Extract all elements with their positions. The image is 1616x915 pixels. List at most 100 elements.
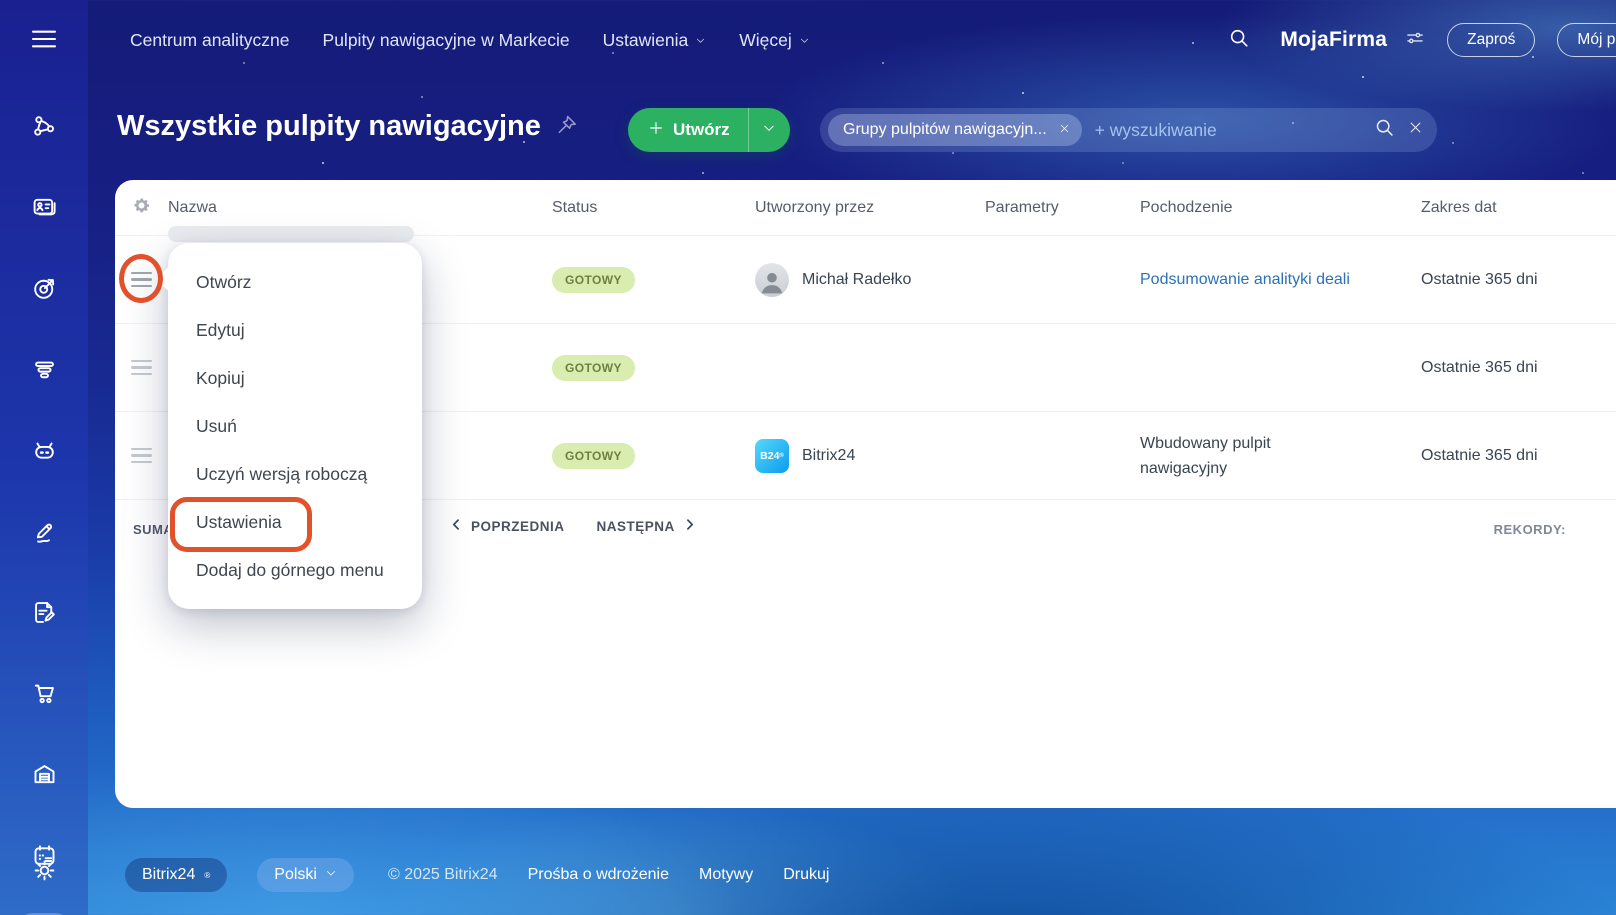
redacted-dashboard-name [168, 226, 414, 242]
search-input[interactable] [1094, 119, 1374, 141]
target-arrow-icon [31, 275, 58, 307]
sidebar-item-crm[interactable] [18, 184, 70, 236]
top-navigation: Centrum analityczne Pulpity nawigacyjne … [88, 0, 1616, 80]
filter-clear-icon[interactable] [1408, 120, 1423, 140]
chip-close-icon[interactable] [1059, 121, 1070, 139]
cell-date-range: Ostatnie 365 dni [1421, 359, 1538, 376]
nav-label: Ustawienia [602, 29, 689, 50]
menu-item-make-draft[interactable]: Uczyń wersją roboczą [168, 450, 422, 498]
column-header-utworzony[interactable]: Utworzony przez [755, 199, 985, 217]
bitrix24-app-icon: B24 ® [755, 438, 789, 473]
menu-item-edit[interactable]: Edytuj [168, 306, 422, 354]
document-edit-icon [31, 599, 58, 631]
user-avatar [755, 262, 789, 297]
sliders-icon[interactable] [1405, 28, 1425, 53]
nav-item-analytics-hub[interactable]: Centrum analityczne [130, 30, 290, 51]
cell-creator[interactable]: B24 ® Bitrix24 [755, 438, 985, 473]
nav-item-settings[interactable]: Ustawienia [603, 30, 707, 51]
cell-status: GOTOWY [552, 266, 755, 293]
pagination-prev-label: POPRZEDNIA [471, 518, 565, 534]
filter-chip-label: Grupy pulpitów nawigacyjn... [843, 121, 1047, 138]
main-menu-icon[interactable] [29, 28, 59, 55]
creator-name: Michał Radełko [802, 270, 912, 288]
menu-item-settings[interactable]: Ustawienia [168, 498, 422, 546]
cell-origin: Podsumowanie analityki deali [1140, 267, 1421, 292]
language-label: Polski [274, 866, 317, 883]
create-button-group: Utwórz [628, 108, 790, 152]
create-button[interactable]: Utwórz [628, 108, 748, 152]
sidebar-item-sales-funnel[interactable] [18, 346, 70, 398]
sidebar-item-documents[interactable] [18, 589, 70, 641]
filter-search-bar[interactable]: Grupy pulpitów nawigacyjn... [820, 108, 1437, 152]
footer-link-themes[interactable]: Motywy [699, 866, 753, 884]
status-badge: GOTOWY [552, 354, 635, 381]
create-button-label: Utwórz [673, 120, 730, 139]
column-header-zakres[interactable]: Zakres dat [1421, 199, 1616, 217]
nav-label: Więcej [739, 29, 792, 50]
b24-tile-text: B24 [760, 449, 780, 462]
menu-item-copy[interactable]: Kopiuj [168, 354, 422, 402]
search-icon[interactable] [1228, 27, 1250, 54]
pagination-next[interactable]: NASTĘPNA [597, 518, 696, 534]
sidebar-item-settings[interactable] [0, 857, 88, 889]
nav-item-more[interactable]: Więcej [739, 30, 810, 51]
portal-name[interactable]: MojaFirma [1280, 28, 1387, 52]
menu-item-add-to-top-menu[interactable]: Dodaj do górnego menu [168, 546, 422, 594]
chevron-right-icon [683, 518, 696, 534]
table-settings-gear-icon[interactable] [132, 196, 151, 220]
pagination-previous[interactable]: POPRZEDNIA [450, 518, 565, 534]
language-selector[interactable]: Polski [257, 858, 354, 892]
gear-icon [31, 857, 58, 889]
sidebar-item-store[interactable] [18, 670, 70, 722]
create-dropdown-button[interactable] [747, 108, 790, 152]
sidebar-item-marketing[interactable] [18, 265, 70, 317]
pagination: POPRZEDNIA NASTĘPNA [450, 518, 696, 534]
column-header-pochodzenie[interactable]: Pochodzenie [1140, 199, 1421, 217]
my-plan-button[interactable]: Mój plan [1557, 23, 1616, 57]
chevron-left-icon [450, 518, 463, 534]
row-menu-handle-icon[interactable] [131, 447, 152, 464]
invite-button[interactable]: Zaproś [1447, 23, 1536, 57]
menu-item-delete[interactable]: Usuń [168, 402, 422, 450]
pagination-next-label: NASTĘPNA [596, 518, 675, 534]
sidebar-item-ai[interactable] [18, 427, 70, 479]
cell-date-range: Ostatnie 365 dni [1421, 447, 1538, 464]
chevron-down-icon [799, 30, 810, 51]
row-menu-handle-icon[interactable] [131, 359, 152, 376]
page-title-text: Wszystkie pulpity nawigacyjne [117, 110, 541, 142]
creator-name: Bitrix24 [802, 446, 856, 464]
footer-brand-button[interactable]: Bitrix24 ® [125, 858, 228, 892]
nav-item-market-dashboards[interactable]: Pulpity nawigacyjne w Markecie [323, 30, 570, 51]
esignature-pen-icon [31, 518, 58, 550]
funnel-icon [31, 356, 58, 388]
sidebar-item-warehouse[interactable] [18, 751, 70, 803]
column-header-parametry[interactable]: Parametry [985, 199, 1140, 217]
cell-status: GOTOWY [552, 354, 755, 381]
shopping-cart-icon [31, 680, 58, 712]
menu-item-open[interactable]: Otwórz [168, 258, 422, 306]
sidebar [0, 0, 88, 915]
crm-contact-card-icon [31, 194, 58, 226]
chevron-down-icon [325, 866, 337, 884]
page-title: Wszystkie pulpity nawigacyjne [117, 110, 577, 143]
footer-link-print[interactable]: Drukuj [783, 866, 829, 884]
cell-creator[interactable]: Michał Radełko [755, 262, 985, 297]
filter-chip-dashboard-groups[interactable]: Grupy pulpitów nawigacyjn... [828, 114, 1082, 146]
row-menu-handle-icon[interactable] [131, 271, 152, 288]
origin-link[interactable]: Podsumowanie analityki deali [1140, 271, 1350, 288]
reg-mark: ® [779, 452, 784, 459]
pin-icon[interactable] [555, 110, 577, 143]
column-header-nazwa[interactable]: Nazwa [168, 199, 552, 217]
copyright: © 2025 Bitrix24 [387, 866, 498, 883]
sidebar-item-network[interactable] [18, 103, 70, 155]
status-badge: GOTOWY [552, 442, 635, 469]
sidebar-item-esign[interactable] [18, 508, 70, 560]
filter-search-icon[interactable] [1374, 117, 1395, 143]
cell-status: GOTOWY [552, 442, 755, 469]
network-icon [31, 113, 58, 145]
cell-origin: Wbudowany pulpit nawigacyjny [1140, 434, 1271, 477]
footer-link-implementation[interactable]: Prośba o wdrożenie [528, 866, 669, 884]
column-header-status[interactable]: Status [552, 199, 755, 217]
footer-brand-label: Bitrix24 [142, 866, 196, 883]
nav-label: Pulpity nawigacyjne w Markecie [322, 29, 570, 50]
